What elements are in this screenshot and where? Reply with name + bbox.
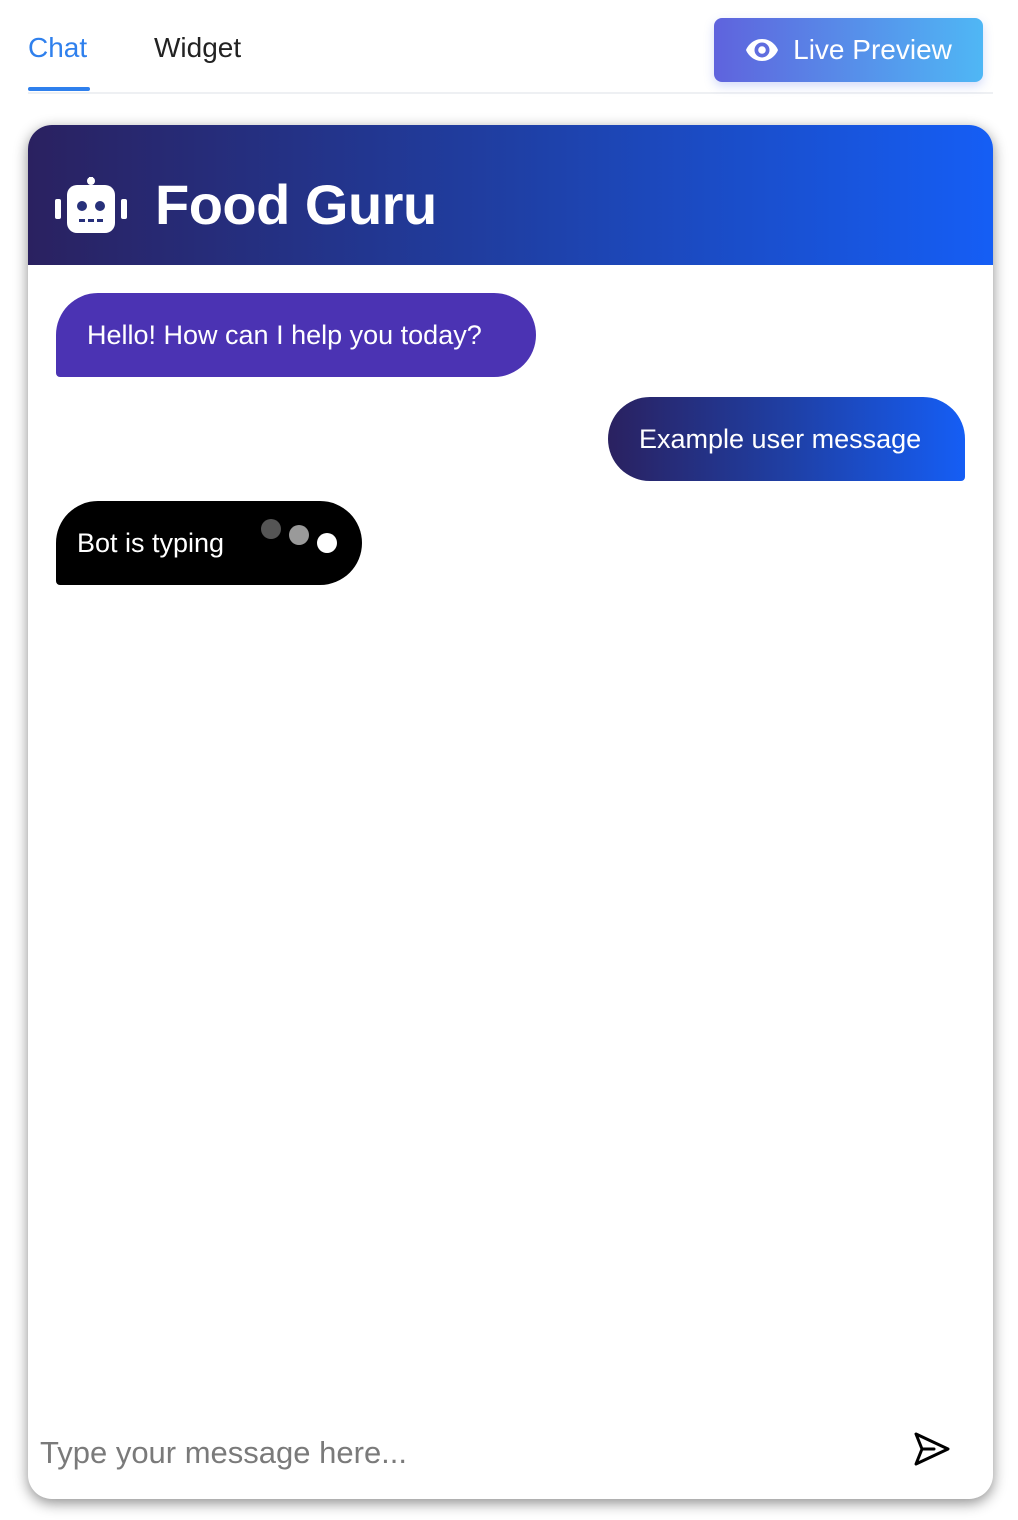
bot-message-text: Hello! How can I help you today? <box>87 319 482 350</box>
send-button[interactable] <box>912 1431 952 1471</box>
send-icon <box>914 1432 950 1471</box>
typing-dot <box>317 533 337 553</box>
tab-chat[interactable]: Chat <box>28 28 87 68</box>
typing-indicator: Bot is typing <box>56 501 362 585</box>
live-preview-button[interactable]: Live Preview <box>714 18 983 82</box>
tab-widget[interactable]: Widget <box>154 28 241 68</box>
chat-header: Food Guru <box>28 125 993 265</box>
chat-title: Food Guru <box>155 173 437 236</box>
user-message-bubble: Example user message <box>608 397 965 481</box>
eye-icon <box>745 37 779 63</box>
typing-dots <box>261 519 341 559</box>
live-preview-label: Live Preview <box>793 34 952 65</box>
bot-message-bubble: Hello! How can I help you today? <box>56 293 536 377</box>
user-message-text: Example user message <box>639 423 922 454</box>
typing-text: Bot is typing <box>77 527 225 558</box>
page: Chat Widget Live Preview Food Guru Hello… <box>0 0 1018 1520</box>
robot-icon <box>55 177 127 235</box>
typing-dot <box>261 519 281 539</box>
message-composer <box>28 1415 993 1491</box>
active-tab-indicator <box>28 87 90 91</box>
chat-window: Food Guru Hello! How can I help you toda… <box>28 125 993 1499</box>
message-input[interactable] <box>38 1427 882 1479</box>
typing-dot <box>289 525 309 545</box>
